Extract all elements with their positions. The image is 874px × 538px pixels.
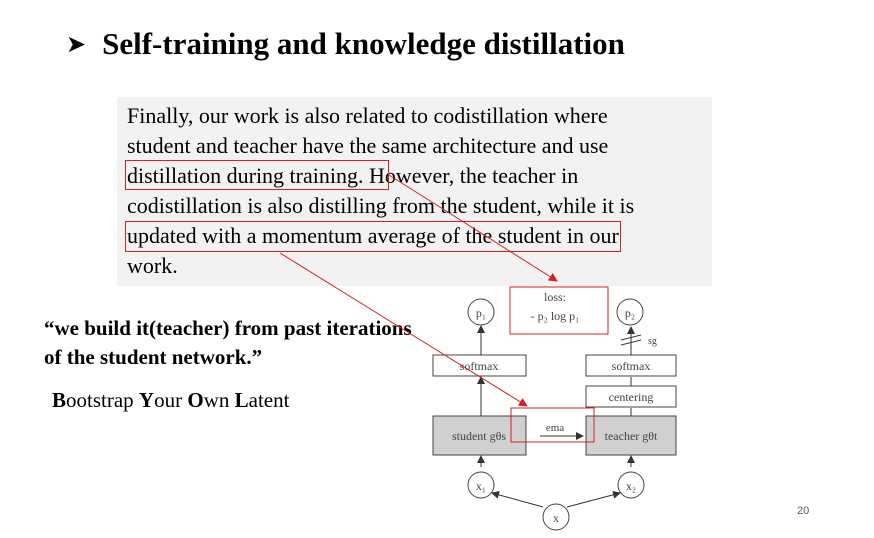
centering-label: centering <box>609 390 654 404</box>
x-to-x2-arrow <box>566 490 621 508</box>
loss-label: loss: <box>544 290 566 304</box>
p1-label: p₁ <box>476 306 486 320</box>
sg-label: sg <box>648 336 657 347</box>
page-number: 20 <box>797 505 810 517</box>
ema-label: ema <box>546 422 564 434</box>
dino-diagram: p₁ p₂ x₁ x₂ x loss: - p₂ log p₁ sg softm… <box>279 174 677 531</box>
x2-label: x₂ <box>626 479 636 493</box>
x1-label: x₁ <box>476 479 486 493</box>
red-arrow-to-loss <box>388 174 558 282</box>
x-to-x1-arrow <box>491 490 544 508</box>
p2-label: p₂ <box>625 306 635 320</box>
x-label: x <box>553 511 559 525</box>
softmax-left-label: softmax <box>460 359 499 373</box>
softmax-right-label: softmax <box>612 359 651 373</box>
teacher-label: teacher gθt <box>605 429 658 443</box>
loss-formula: - p₂ log p₁ <box>531 309 580 323</box>
red-arrow-to-ema <box>279 252 528 407</box>
student-label: student gθs <box>452 429 506 443</box>
